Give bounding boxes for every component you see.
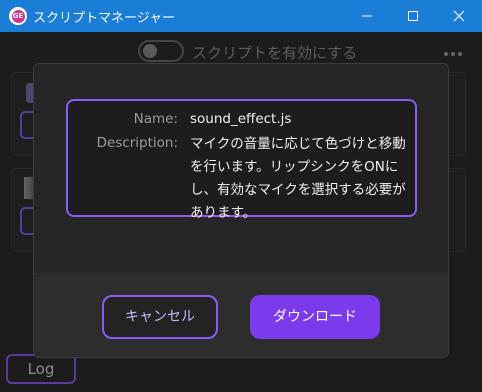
script-download-dialog: Name: sound_effect.js Description: マイクの音…	[33, 63, 449, 358]
download-button[interactable]: ダウンロード	[250, 295, 380, 339]
name-value: sound_effect.js	[190, 111, 292, 127]
close-button[interactable]	[436, 0, 482, 32]
window-title: スクリプトマネージャー	[33, 10, 176, 26]
app-logo-text: GE	[11, 9, 25, 23]
name-label: Name:	[133, 111, 178, 127]
title-bar: GE スクリプトマネージャー	[0, 0, 482, 32]
window-controls	[344, 0, 482, 32]
script-info-box: Name: sound_effect.js Description: マイクの音…	[66, 99, 417, 221]
dialog-body: Name: sound_effect.js Description: マイクの音…	[34, 64, 448, 273]
maximize-icon	[408, 11, 418, 21]
close-icon	[453, 10, 465, 22]
minimize-button[interactable]	[344, 0, 390, 32]
minimize-icon	[362, 15, 372, 17]
app-logo-icon: GE	[9, 7, 27, 25]
maximize-button[interactable]	[390, 0, 436, 32]
cancel-button[interactable]: キャンセル	[102, 295, 218, 339]
description-label: Description:	[96, 135, 178, 151]
description-value: マイクの音量に応じて色づけと移動を行います。リップシンクをONにし、有効なマイク…	[190, 136, 406, 221]
dialog-footer	[34, 273, 448, 357]
